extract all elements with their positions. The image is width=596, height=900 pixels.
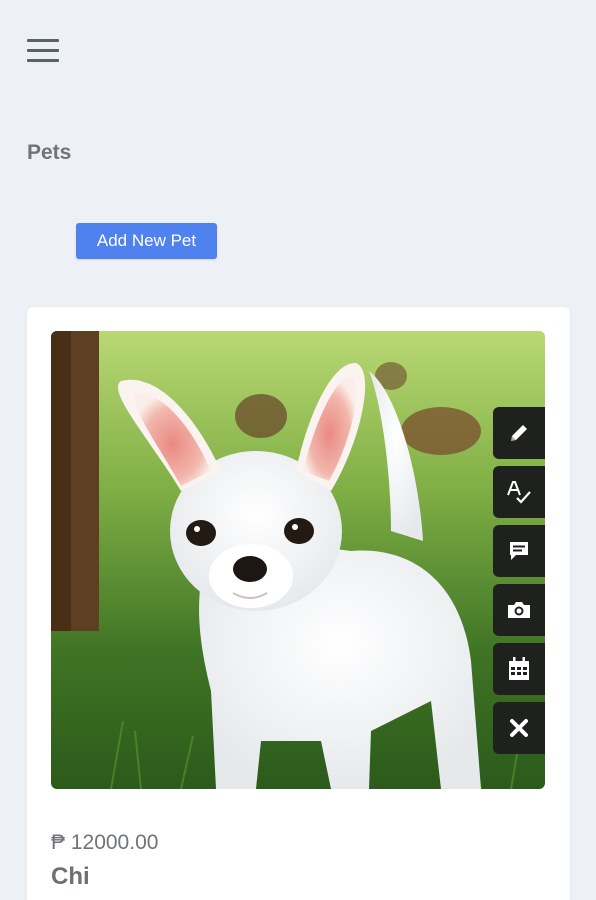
spellcheck-icon	[507, 481, 531, 504]
pet-card[interactable]: ₱ 12000.00 Chi	[27, 307, 570, 900]
hamburger-bar	[27, 59, 59, 62]
calendar-button[interactable]	[493, 643, 545, 695]
pet-name[interactable]: Chi	[51, 863, 90, 891]
add-new-pet-button[interactable]: Add New Pet	[76, 223, 217, 259]
hamburger-bar	[27, 49, 59, 52]
close-icon	[510, 719, 528, 737]
pencil-icon	[511, 425, 527, 441]
camera-icon	[508, 602, 530, 618]
calendar-icon	[509, 657, 529, 680]
page-title: Pets	[27, 141, 72, 164]
pet-photo[interactable]	[51, 331, 545, 789]
hamburger-icon[interactable]	[25, 38, 61, 66]
comment-icon	[510, 542, 528, 560]
chihuahua-image	[51, 331, 545, 789]
pet-action-stack	[493, 407, 545, 761]
rename-button[interactable]	[493, 466, 545, 518]
pet-price: ₱ 12000.00	[51, 831, 159, 854]
comment-button[interactable]	[493, 525, 545, 577]
page: Pets Add New Pet ₱ 12000.00 Chi	[0, 0, 596, 900]
camera-button[interactable]	[493, 584, 545, 636]
delete-button[interactable]	[493, 702, 545, 754]
edit-button[interactable]	[493, 407, 545, 459]
hamburger-bar	[27, 39, 59, 42]
